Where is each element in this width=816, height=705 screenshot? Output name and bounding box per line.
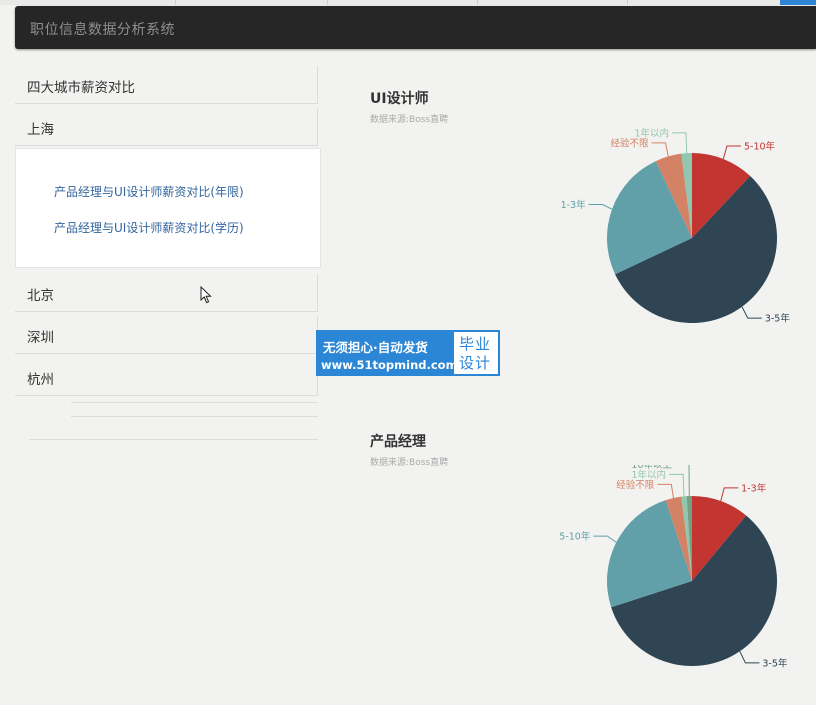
pie-label-line: [657, 483, 674, 499]
pie-chart-ui-designer: 5-10年3-5年1-3年经验不限1年以内: [561, 127, 791, 325]
sidebar-item-label: 北京: [27, 288, 54, 304]
mouse-cursor-icon: [200, 285, 214, 308]
pie-label: 1年以内: [634, 127, 669, 139]
sidebar-submenu-shanghai: 产品经理与UI设计师薪资对比(年限) 产品经理与UI设计师薪资对比(学历): [15, 148, 321, 268]
divider: [29, 439, 318, 440]
sidebar-item-hangzhou[interactable]: 杭州: [15, 358, 318, 396]
pie-label: 5-10年: [559, 531, 591, 543]
sidebar-item-beijing[interactable]: 北京: [15, 274, 318, 312]
chart-title-pm: 产品经理: [370, 434, 426, 450]
pie-label-line: [651, 142, 669, 157]
sidebar-item-shanghai[interactable]: 上海: [15, 108, 318, 146]
watermark-left: 无须担心·自动发货 www.51topmind.com: [318, 332, 458, 374]
pie-label: 10年以上: [631, 465, 672, 471]
pie-label-line: [588, 204, 613, 210]
chart-subtitle-ui: 数据来源:Boss直聘: [370, 115, 449, 125]
sidebar-item-shenzhen[interactable]: 深圳: [15, 316, 318, 354]
strip-accent: [780, 0, 816, 5]
sidebar-item-label: 深圳: [27, 330, 54, 346]
pie-label: 5-10年: [744, 140, 776, 152]
pie-label: 1-3年: [561, 199, 587, 211]
watermark-line2: www.51topmind.com: [321, 358, 458, 372]
pie-label-line: [720, 487, 739, 502]
strip-cell: [478, 0, 628, 5]
top-navbar: 职位信息数据分析系统: [15, 6, 816, 49]
chart-title-ui: UI设计师: [370, 91, 429, 107]
app-title[interactable]: 职位信息数据分析系统: [30, 19, 175, 39]
pie-label-line: [741, 306, 762, 319]
chart-subtitle-pm: 数据来源:Boss直聘: [370, 458, 449, 468]
divider: [71, 416, 318, 417]
pie-label-line: [672, 132, 688, 154]
watermark-line1: 无须担心·自动发货: [323, 340, 428, 355]
watermark-right: 毕业 设计: [454, 332, 498, 374]
sidebar-item-salary-compare[interactable]: 四大城市薪资对比: [15, 66, 318, 104]
sublink-education-compare[interactable]: 产品经理与UI设计师薪资对比(学历): [54, 219, 244, 236]
strip-cell: [176, 0, 328, 5]
pie-label: 3-5年: [765, 313, 791, 325]
pie-label: 1-3年: [741, 482, 767, 494]
sublink-experience-compare[interactable]: 产品经理与UI设计师薪资对比(年限): [54, 183, 244, 200]
pie-label-line: [688, 465, 690, 497]
watermark-right2: 设计: [459, 354, 492, 372]
divider: [71, 402, 318, 403]
pie-chart-product-manager: 1-3年3-5年5-10年经验不限1年以内10年以上: [559, 465, 788, 669]
strip-cell: [0, 0, 176, 5]
sidebar-item-label: 四大城市薪资对比: [27, 80, 135, 96]
strip-cell: [328, 0, 478, 5]
pie-label-line: [739, 651, 760, 664]
sidebar-item-label: 杭州: [27, 372, 54, 388]
pie-label-line: [722, 145, 741, 160]
watermark-right1: 毕业: [459, 335, 492, 353]
browser-top-strip: [0, 0, 816, 5]
pie-label: 3-5年: [762, 657, 788, 669]
watermark-banner: 无须担心·自动发货 www.51topmind.com 毕业 设计: [316, 330, 500, 376]
sidebar-item-label: 上海: [27, 122, 54, 138]
pie-label-line: [593, 535, 617, 543]
